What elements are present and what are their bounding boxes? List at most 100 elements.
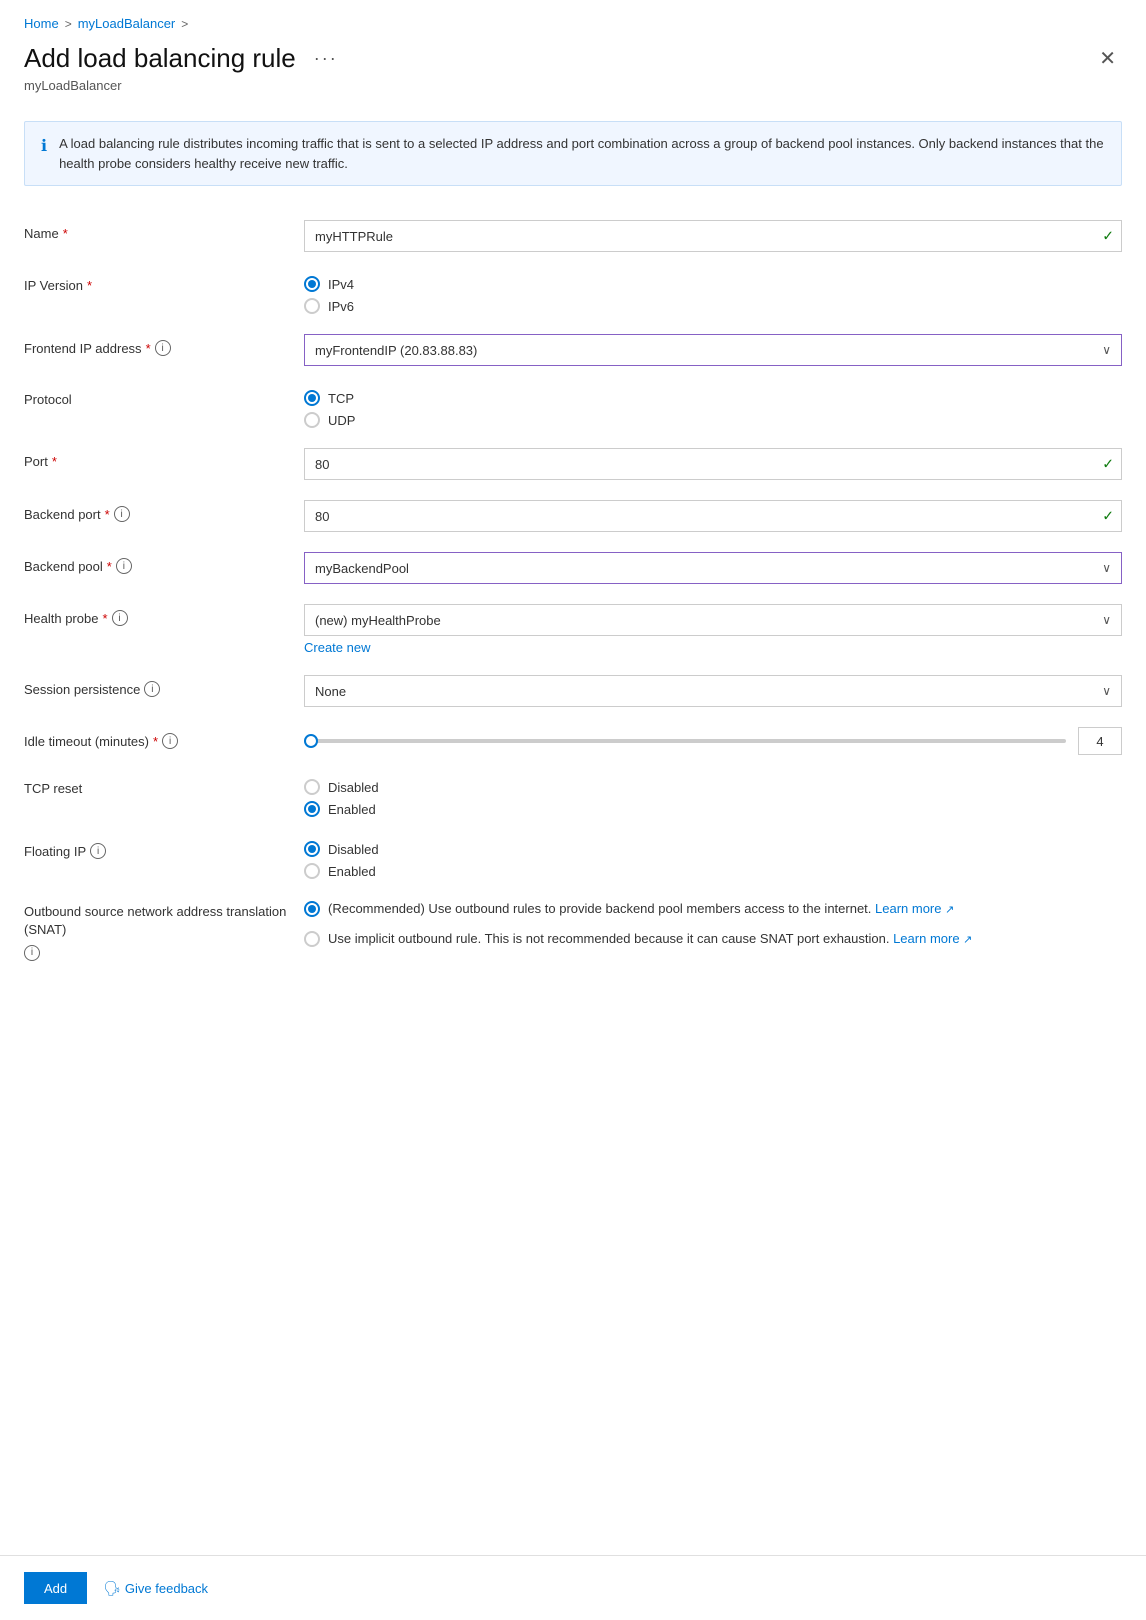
backend-pool-value: myBackendPool (315, 561, 409, 576)
info-banner-text: A load balancing rule distributes incomi… (59, 134, 1105, 173)
header-row: Add load balancing rule ··· ✕ (0, 39, 1146, 76)
ipv4-radio-inner (308, 280, 316, 288)
outbound-implicit-link[interactable]: Learn more ↗ (893, 931, 972, 946)
idle-timeout-thumb[interactable] (304, 734, 318, 748)
frontend-ip-control: myFrontendIP (20.83.88.83) ∨ (304, 334, 1122, 366)
tcp-radio-inner (308, 394, 316, 402)
outbound-implicit-radio-outer[interactable] (304, 931, 320, 947)
form-section: Name * ✓ IP Version * IPv4 (0, 210, 1146, 971)
outbound-recommended-radio-outer[interactable] (304, 901, 320, 917)
feedback-link[interactable]: 🗣 Give feedback (103, 1580, 208, 1597)
ellipsis-button[interactable]: ··· (308, 46, 344, 71)
feedback-label: Give feedback (125, 1581, 208, 1596)
backend-pool-label: Backend pool * i (24, 552, 304, 574)
ip-version-ipv4[interactable]: IPv4 (304, 276, 1122, 292)
feedback-icon: 🗣 (103, 1580, 121, 1597)
frontend-ip-label: Frontend IP address * i (24, 334, 304, 356)
ipv4-radio-outer (304, 276, 320, 292)
health-probe-chevron-icon: ∨ (1102, 613, 1111, 627)
info-banner-icon: ℹ (41, 135, 47, 159)
backend-pool-info-icon[interactable]: i (116, 558, 132, 574)
page-title: Add load balancing rule (24, 43, 296, 74)
outbound-snat-info-icon[interactable]: i (24, 945, 40, 961)
health-probe-control: (new) myHealthProbe ∨ Create new (304, 604, 1122, 655)
floating-ip-disabled[interactable]: Disabled (304, 841, 1122, 857)
session-persistence-chevron-icon: ∨ (1102, 684, 1111, 698)
idle-timeout-label: Idle timeout (minutes) * i (24, 727, 304, 749)
frontend-ip-select[interactable]: myFrontendIP (20.83.88.83) ∨ (304, 334, 1122, 366)
floating-ip-enabled[interactable]: Enabled (304, 863, 1122, 879)
port-required: * (52, 454, 57, 469)
session-persistence-select[interactable]: None ∨ (304, 675, 1122, 707)
backend-port-required: * (105, 507, 110, 522)
session-persistence-control: None ∨ (304, 675, 1122, 707)
frontend-ip-value: myFrontendIP (20.83.88.83) (315, 343, 477, 358)
name-check-icon: ✓ (1102, 228, 1114, 245)
port-control: ✓ (304, 448, 1122, 480)
idle-timeout-info-icon[interactable]: i (162, 733, 178, 749)
tcp-reset-row: TCP reset Disabled Enabled (24, 765, 1122, 827)
close-button[interactable]: ✕ (1093, 44, 1122, 73)
backend-port-check-icon: ✓ (1102, 508, 1114, 525)
session-persistence-info-icon[interactable]: i (144, 681, 160, 697)
ip-version-label: IP Version * (24, 272, 304, 293)
protocol-tcp[interactable]: TCP (304, 390, 1122, 406)
create-new-link[interactable]: Create new (304, 640, 370, 655)
add-button[interactable]: Add (24, 1572, 87, 1604)
breadcrumb-loadbalancer[interactable]: myLoadBalancer (78, 16, 176, 31)
ext-link-icon-1: ↗ (945, 904, 954, 916)
floating-ip-row: Floating IP i Disabled Enabled (24, 827, 1122, 889)
tcp-reset-control: Disabled Enabled (304, 775, 1122, 817)
backend-pool-select[interactable]: myBackendPool ∨ (304, 552, 1122, 584)
health-probe-select[interactable]: (new) myHealthProbe ∨ (304, 604, 1122, 636)
ip-version-ipv6[interactable]: IPv6 (304, 298, 1122, 314)
backend-pool-chevron-icon: ∨ (1102, 561, 1111, 575)
ip-version-required: * (87, 278, 92, 293)
ip-version-control: IPv4 IPv6 (304, 272, 1122, 314)
outbound-snat-label: Outbound source network address translat… (24, 899, 304, 961)
backend-port-info-icon[interactable]: i (114, 506, 130, 522)
footer: Add 🗣 Give feedback (0, 1555, 1146, 1620)
backend-port-input[interactable] (304, 500, 1122, 532)
tcp-radio-outer (304, 390, 320, 406)
name-control: ✓ (304, 220, 1122, 252)
idle-timeout-required: * (153, 734, 158, 749)
outbound-recommended-option: (Recommended) Use outbound rules to prov… (304, 899, 1122, 919)
backend-port-label: Backend port * i (24, 500, 304, 522)
port-input[interactable] (304, 448, 1122, 480)
health-probe-row: Health probe * i (new) myHealthProbe ∨ C… (24, 594, 1122, 665)
breadcrumb-home[interactable]: Home (24, 16, 59, 31)
health-probe-value: (new) myHealthProbe (315, 613, 441, 628)
idle-timeout-control: 4 (304, 727, 1122, 755)
health-probe-info-icon[interactable]: i (112, 610, 128, 626)
protocol-udp[interactable]: UDP (304, 412, 1122, 428)
protocol-label: Protocol (24, 386, 304, 407)
floating-ip-enabled-radio-outer (304, 863, 320, 879)
name-input[interactable] (304, 220, 1122, 252)
outbound-implicit-text: Use implicit outbound rule. This is not … (328, 929, 1122, 949)
outbound-recommended-radio-inner (308, 905, 316, 913)
backend-port-control: ✓ (304, 500, 1122, 532)
backend-port-row: Backend port * i ✓ (24, 490, 1122, 542)
floating-ip-info-icon[interactable]: i (90, 843, 106, 859)
floating-ip-label: Floating IP i (24, 837, 304, 859)
health-probe-label: Health probe * i (24, 604, 304, 626)
tcp-reset-enabled[interactable]: Enabled (304, 801, 1122, 817)
frontend-ip-required: * (146, 341, 151, 356)
breadcrumb-sep2: > (181, 17, 188, 31)
session-persistence-row: Session persistence i None ∨ (24, 665, 1122, 717)
page-subtitle: myLoadBalancer (0, 76, 1146, 109)
port-row: Port * ✓ (24, 438, 1122, 490)
frontend-ip-info-icon[interactable]: i (155, 340, 171, 356)
breadcrumb-sep1: > (65, 17, 72, 31)
backend-pool-required: * (107, 559, 112, 574)
ipv6-radio-outer (304, 298, 320, 314)
tcp-reset-disabled[interactable]: Disabled (304, 779, 1122, 795)
floating-ip-control: Disabled Enabled (304, 837, 1122, 879)
name-label: Name * (24, 220, 304, 241)
outbound-implicit-option: Use implicit outbound rule. This is not … (304, 929, 1122, 949)
idle-timeout-value-box: 4 (1078, 727, 1122, 755)
protocol-row: Protocol TCP UDP (24, 376, 1122, 438)
breadcrumb: Home > myLoadBalancer > (0, 0, 1146, 39)
outbound-recommended-link[interactable]: Learn more ↗ (875, 901, 954, 916)
